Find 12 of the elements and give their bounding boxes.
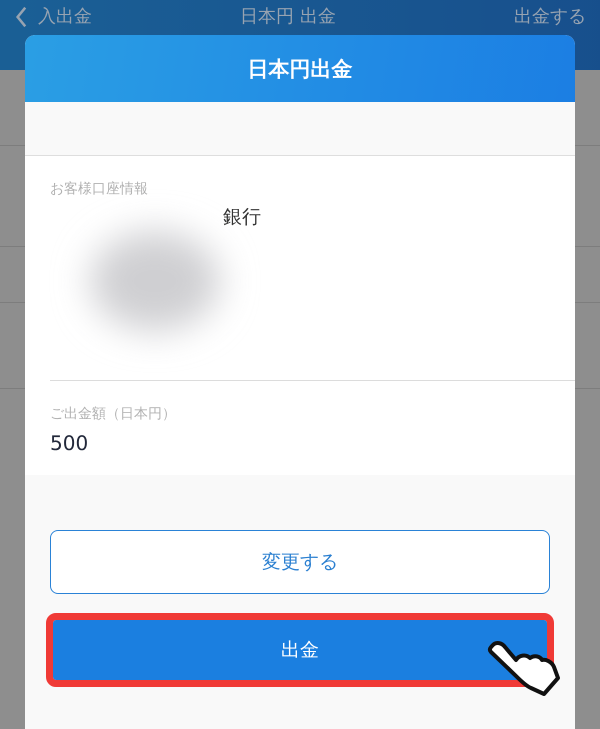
back-chevron-icon[interactable] [14,6,28,28]
back-label[interactable]: 入出金 [38,6,92,28]
action-link[interactable]: 出金する [514,6,586,28]
amount-value: 500 [50,431,88,455]
change-button[interactable]: 変更する [50,530,550,594]
account-label: お客様口座情報 [50,180,148,198]
amount-label: ご出金額（日本円） [50,405,176,423]
withdraw-button[interactable]: 出金 [53,620,547,680]
screen-title: 日本円 出金 [239,6,337,28]
dialog-title: 日本円出金 [248,56,352,82]
bank-name: 銀行 [223,205,261,230]
pointing-hand-icon [486,638,560,698]
